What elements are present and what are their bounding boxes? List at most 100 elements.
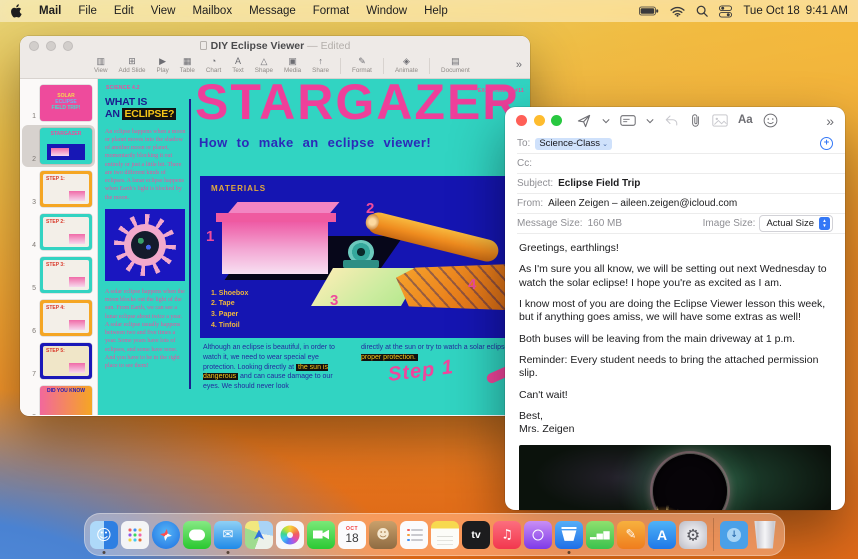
attach-button[interactable] — [689, 113, 702, 128]
slide-thumbnail-2[interactable]: 2 STARGAZER — [22, 125, 95, 167]
menu-bar: Mail File Edit View Mailbox Message Format Win… — [0, 0, 858, 22]
close-button[interactable] — [29, 41, 39, 51]
dock-music[interactable] — [493, 520, 521, 549]
slide-thumbnail-3[interactable]: 3 STEP 1: — [22, 168, 95, 210]
slide-thumbnail-6[interactable]: 6 STEP 4: — [22, 297, 95, 339]
dock-maps[interactable] — [245, 520, 273, 549]
keynote-tool-animate[interactable]: ◈ Animate — [395, 56, 418, 74]
menu-item-mailbox[interactable]: Mailbox — [192, 5, 232, 17]
close-button[interactable] — [516, 115, 527, 126]
dock-tv[interactable] — [462, 520, 490, 549]
slide-thumbnail-8[interactable]: 8 DID YOU KNOW — [22, 383, 95, 415]
dock-launchpad[interactable] — [121, 520, 149, 549]
minimize-button[interactable] — [533, 115, 545, 126]
dock-mail[interactable] — [214, 520, 242, 554]
menu-item-view[interactable]: View — [151, 5, 176, 17]
slide-number: 8 — [28, 414, 36, 415]
dock-photos[interactable] — [276, 520, 304, 549]
to-field[interactable]: To: Science-Class ⌄ + — [517, 134, 845, 154]
emoji-button[interactable] — [763, 113, 778, 128]
edited-badge: — Edited — [307, 40, 351, 52]
toolbar-separator — [382, 58, 384, 74]
dock-facetime[interactable] — [307, 520, 335, 549]
apple-menu-icon[interactable] — [10, 4, 22, 18]
send-button[interactable] — [576, 113, 592, 129]
animate-icon: ◈ — [403, 56, 410, 66]
slide-thumbnail-7[interactable]: 7 STEP 5: — [22, 340, 95, 382]
header-fields-button[interactable] — [620, 114, 636, 127]
header-fields-chevron[interactable] — [646, 118, 654, 124]
dock-reminders[interactable] — [400, 520, 428, 549]
keynote-tool-chart[interactable]: ◔ Chart — [206, 56, 221, 74]
menu-clock-date[interactable]: Tue Oct 18 — [743, 5, 799, 17]
dock-trash[interactable] — [754, 520, 776, 549]
menu-clock-time[interactable]: 9:41 AM — [806, 5, 848, 17]
subject-field[interactable]: Subject: Eclipse Field Trip — [517, 174, 845, 194]
slide-thumbnail-4[interactable]: 4 STEP 2: — [22, 211, 95, 253]
keynote-tool-media[interactable]: ▣ Media — [284, 56, 301, 74]
keynote-window[interactable]: DIY Eclipse Viewer — Edited ▥ View ⊞ Add Sl… — [20, 36, 530, 416]
window-controls — [29, 41, 73, 51]
dock-calendar[interactable]: OCT 18 — [338, 520, 366, 549]
running-indicator — [102, 550, 106, 554]
slide-canvas[interactable]: SCIENCE 4.2 EXPERIMENT #11 WHAT IS AN EC… — [98, 79, 530, 415]
from-field[interactable]: From: Aileen Zeigen – aileen.zeigen@iclo… — [517, 194, 845, 214]
menu-item-window[interactable]: Window — [366, 5, 407, 17]
thumb-text: STEP 4: — [46, 305, 65, 311]
mail-message-body[interactable]: Greetings, earthlings! As I'm sure you al… — [505, 234, 845, 437]
calendar-day: 18 — [345, 530, 359, 545]
dock-pages[interactable] — [617, 520, 645, 549]
image-size-select[interactable]: Actual Size ▲ ▼ — [759, 215, 833, 232]
keynote-tool-format[interactable]: ✎ Format — [352, 56, 372, 74]
menu-item-format[interactable]: Format — [313, 5, 349, 17]
menu-item-help[interactable]: Help — [424, 5, 448, 17]
keynote-titlebar[interactable]: DIY Eclipse Viewer — Edited — [20, 36, 530, 56]
dock-numbers[interactable] — [586, 520, 614, 549]
dock-downloads[interactable] — [720, 520, 748, 549]
keynote-tool-table[interactable]: ▦ Table — [180, 56, 195, 74]
cc-field[interactable]: Cc: — [517, 154, 845, 174]
keynote-tool-shape[interactable]: △ Shape — [255, 56, 273, 74]
add-recipient-button[interactable]: + — [820, 137, 833, 150]
dock-finder[interactable] — [90, 520, 118, 554]
toolbar-overflow-chevron[interactable]: » — [516, 56, 522, 71]
slide-thumbnail-5[interactable]: 5 STEP 3: — [22, 254, 95, 296]
keynote-tool-share[interactable]: ↑ Share — [312, 56, 329, 74]
slide-navigator[interactable]: 1 SOLAR ECLIPSE FIELD TRIP! 2 STARGAZER 3 STEP … — [20, 79, 98, 415]
mail-body-paragraph: Greetings, earthlings! — [519, 242, 619, 254]
keynote-tool-play[interactable]: ▶ Play — [157, 56, 169, 74]
keynote-tool-text[interactable]: A Text — [232, 56, 244, 74]
menu-item-edit[interactable]: Edit — [114, 5, 134, 17]
control-center-icon[interactable] — [719, 4, 733, 18]
eclipse-photo-attachment[interactable] — [519, 444, 831, 510]
wifi-icon[interactable] — [670, 6, 685, 17]
slide-thumbnail-1[interactable]: 1 SOLAR ECLIPSE FIELD TRIP! — [22, 82, 95, 124]
dock-messages[interactable] — [183, 520, 211, 549]
keynote-tool-document[interactable]: ▤ Document — [441, 56, 470, 74]
slide-number: 6 — [32, 328, 36, 335]
send-options-chevron[interactable] — [602, 118, 610, 124]
recipient-token[interactable]: Science-Class ⌄ — [535, 137, 612, 150]
battery-icon[interactable] — [639, 6, 659, 16]
menu-app-name[interactable]: Mail — [39, 5, 61, 17]
dock-notes[interactable] — [431, 520, 459, 549]
dock-settings[interactable] — [679, 520, 707, 549]
dock-contacts[interactable] — [369, 520, 397, 549]
format-button[interactable]: Aa — [738, 114, 753, 127]
menu-item-message[interactable]: Message — [249, 5, 296, 17]
running-indicator — [226, 550, 230, 554]
dock-keynote[interactable] — [555, 520, 583, 554]
keynote-tool-view[interactable]: ▥ View — [94, 56, 108, 74]
zoom-button[interactable] — [551, 115, 562, 126]
zoom-button[interactable] — [63, 41, 73, 51]
keynote-tool-add[interactable]: ⊞ Add Slide — [119, 56, 146, 74]
minimize-button[interactable] — [46, 41, 56, 51]
dock-safari[interactable] — [152, 520, 180, 549]
dock-podcasts[interactable] — [524, 520, 552, 549]
materials-panel: MATERIALS 1234 1. Shoebox 2. Tape 3. Paper… — [200, 176, 530, 338]
menu-item-file[interactable]: File — [78, 5, 97, 17]
more-toolbar-items-button[interactable]: » — [826, 114, 834, 128]
dock-app-store[interactable] — [648, 520, 676, 549]
search-icon[interactable] — [696, 5, 709, 17]
mail-compose-window[interactable]: Aa » To: Science-Class ⌄ + Cc: Subject: Ec… — [505, 107, 845, 510]
